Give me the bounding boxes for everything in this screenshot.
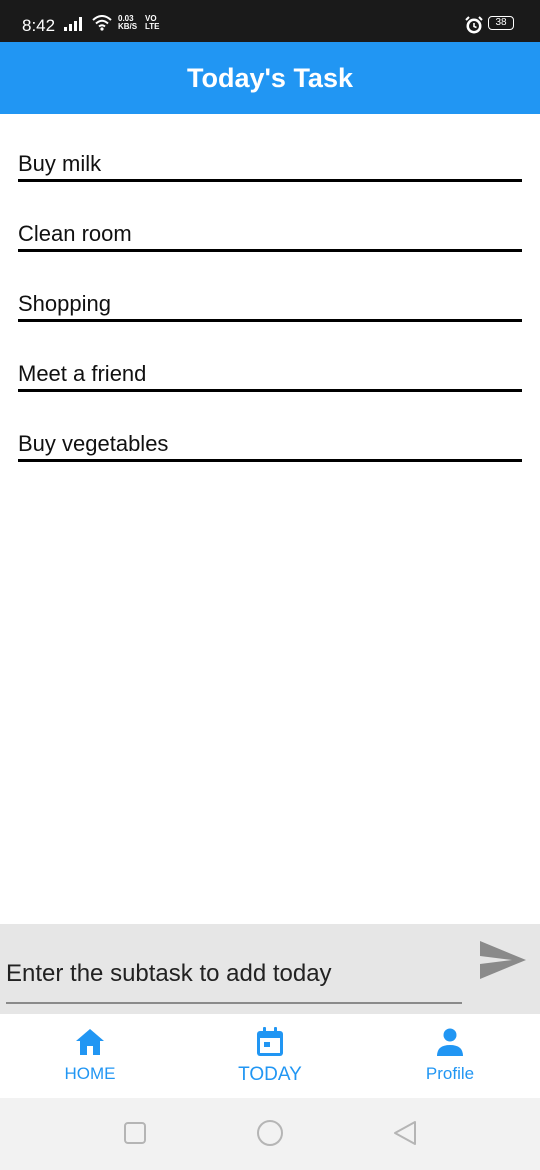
alarm-icon — [465, 16, 483, 34]
bottom-nav: HOME TODAY Profile — [0, 1014, 540, 1098]
recents-icon[interactable] — [120, 1118, 150, 1148]
volte-bottom: LTE — [145, 22, 160, 31]
person-icon — [437, 1028, 463, 1056]
nav-item-today[interactable]: TODAY — [180, 1014, 360, 1098]
battery-icon: 38 — [488, 16, 514, 30]
send-button[interactable] — [476, 936, 530, 984]
subtask-input[interactable] — [6, 950, 462, 1004]
calendar-icon — [257, 1027, 283, 1056]
home-icon — [76, 1029, 104, 1055]
net-speed: 0.03 KB/S — [118, 15, 137, 31]
back-icon[interactable] — [390, 1118, 420, 1148]
app-bar: Today's Task — [0, 42, 540, 114]
task-item[interactable]: Clean room — [18, 184, 522, 252]
nav-label-profile: Profile — [425, 1064, 475, 1083]
status-bar: 8:42 0.03 KB/S VO LTE 38 — [0, 0, 540, 42]
task-item[interactable]: Shopping — [18, 254, 522, 322]
page-title: Today's Task — [187, 62, 353, 93]
task-item[interactable]: Meet a friend — [18, 324, 522, 392]
signal-icon — [64, 17, 82, 31]
nav-item-home[interactable]: HOME — [0, 1014, 180, 1098]
net-speed-unit: KB/S — [118, 22, 138, 31]
wifi-icon — [92, 15, 112, 31]
task-list: Buy milk Clean room Shopping Meet a frie… — [18, 114, 522, 462]
subtask-input-bar — [0, 924, 540, 1014]
volte-indicator: VO LTE — [145, 15, 160, 31]
send-icon — [480, 941, 526, 979]
task-item[interactable]: Buy milk — [18, 114, 522, 182]
nav-item-profile[interactable]: Profile — [360, 1014, 540, 1098]
status-time: 8:42 — [22, 16, 56, 35]
task-item[interactable]: Buy vegetables — [18, 394, 522, 462]
home-circle-icon[interactable] — [255, 1118, 285, 1148]
nav-label-home: HOME — [64, 1064, 116, 1083]
nav-label-today: TODAY — [238, 1064, 302, 1085]
system-nav-bar — [0, 1098, 540, 1170]
